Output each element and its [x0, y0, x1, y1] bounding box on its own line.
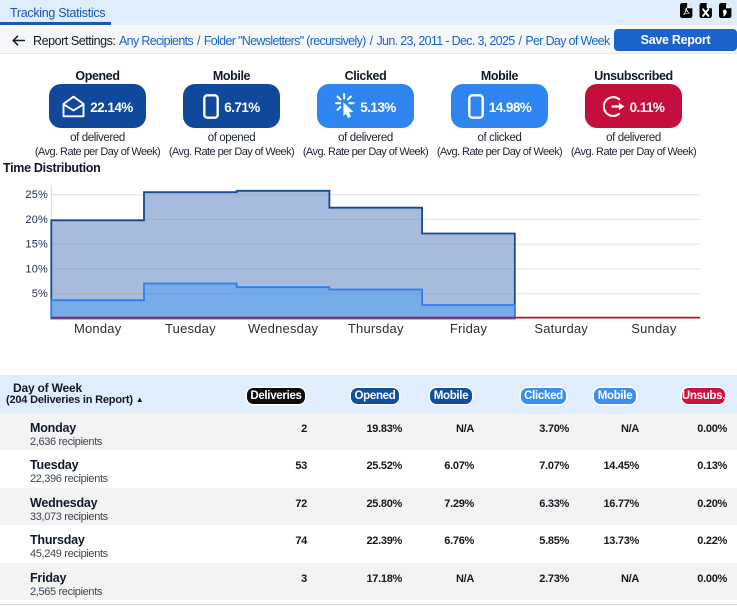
svg-text:5%: 5% — [32, 288, 48, 300]
svg-text:Friday: Friday — [450, 321, 488, 336]
svg-text:Monday: Monday — [74, 321, 122, 336]
svg-text:Thursday: Thursday — [348, 321, 404, 336]
svg-text:10%: 10% — [25, 263, 48, 275]
svg-text:Saturday: Saturday — [534, 321, 588, 336]
svg-text:Tuesday: Tuesday — [165, 321, 216, 336]
svg-text:20%: 20% — [25, 214, 48, 226]
svg-text:25%: 25% — [25, 189, 48, 201]
svg-text:15%: 15% — [25, 239, 48, 251]
svg-text:Sunday: Sunday — [631, 321, 677, 336]
svg-text:Wednesday: Wednesday — [248, 321, 319, 336]
